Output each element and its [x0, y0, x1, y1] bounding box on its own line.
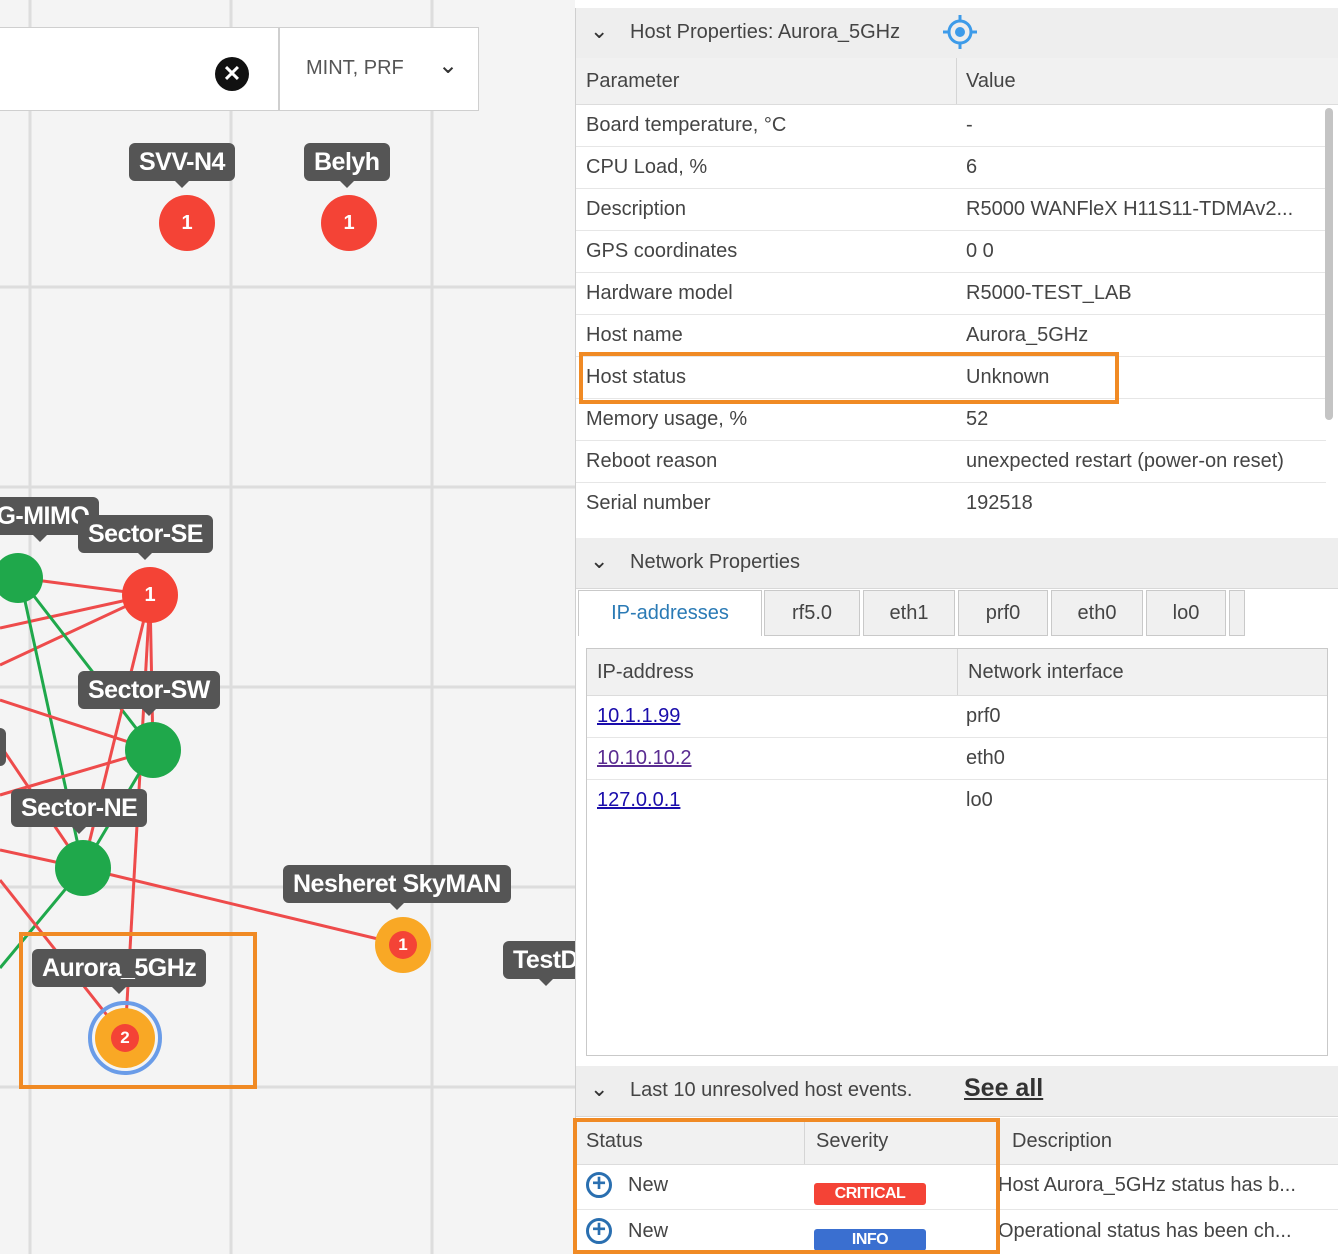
- clear-icon[interactable]: ✕: [215, 57, 249, 91]
- chevron-down-icon[interactable]: ⌄: [590, 18, 608, 44]
- node-label-sector-se[interactable]: Sector-SE: [78, 515, 213, 560]
- tab-overflow[interactable]: [1229, 590, 1245, 636]
- host-status-highlight-box: [579, 352, 1119, 404]
- event-description: Host Aurora_5GHz status has b...: [998, 1174, 1296, 1196]
- ip-link[interactable]: 127.0.0.1: [597, 789, 680, 811]
- table-row[interactable]: GPS coordinates 0 0: [576, 230, 1326, 273]
- chevron-down-icon[interactable]: ⌄: [590, 548, 608, 574]
- table-row[interactable]: Description R5000 WANFleX H11S11-TDMAv2..…: [576, 188, 1326, 231]
- node-label-sector-ne[interactable]: Sector-NE: [11, 789, 148, 834]
- column-header-ip-address[interactable]: IP-address: [597, 661, 694, 684]
- param-value: Aurora_5GHz: [966, 324, 1089, 346]
- param-value: unexpected restart (power-on reset): [966, 450, 1284, 472]
- table-row[interactable]: Memory usage, % 52: [576, 398, 1326, 441]
- ip-address-grid: IP-address Network interface 10.1.1.99 p…: [586, 648, 1328, 1056]
- network-map[interactable]: ✕ MINT, PRF ⌄ SVV-N4 Belyh IG-MIMO Secto…: [0, 0, 575, 1254]
- network-tabs: IP-addresses rf5.0 eth1 prf0 eth0 lo0: [576, 590, 1338, 638]
- param-name: Host name: [586, 324, 683, 346]
- table-row[interactable]: Serial number 192518: [576, 482, 1326, 524]
- interface-name: eth0: [966, 747, 1005, 769]
- node-label-v[interactable]: V: [0, 728, 7, 766]
- node-label-belyh[interactable]: Belyh: [304, 143, 390, 188]
- column-header-parameter[interactable]: Parameter: [586, 70, 679, 93]
- tab-prf0[interactable]: prf0: [958, 590, 1048, 636]
- node-sector-sw: [125, 722, 181, 778]
- layer-filter-value: MINT, PRF: [306, 57, 404, 79]
- node-label-nesheret-skyman[interactable]: Nesheret SkyMAN: [283, 865, 511, 910]
- param-name: Description: [586, 198, 687, 220]
- table-row[interactable]: Hardware model R5000-TEST_LAB: [576, 272, 1326, 315]
- table-row[interactable]: 10.1.1.99 prf0: [587, 695, 1327, 738]
- tab-lo0[interactable]: lo0: [1146, 590, 1226, 636]
- table-row[interactable]: CPU Load, % 6: [576, 146, 1326, 189]
- param-name: Memory usage, %: [586, 408, 748, 430]
- locate-icon[interactable]: [942, 14, 978, 50]
- param-name: GPS coordinates: [586, 240, 738, 262]
- tab-ip-addresses[interactable]: IP-addresses: [578, 590, 762, 636]
- event-description: Operational status has been ch...: [998, 1220, 1292, 1242]
- events-title: Last 10 unresolved host events.: [630, 1079, 913, 1101]
- node-belyh-badge[interactable]: 1: [321, 195, 377, 251]
- param-value: R5000 WANFleX H11S11-TDMAv2...: [966, 198, 1294, 220]
- nesheret-alarm-count: 1: [389, 931, 417, 959]
- chevron-down-icon: ⌄: [438, 52, 459, 79]
- node-sector-se-badge[interactable]: 1: [122, 567, 178, 623]
- host-properties-header[interactable]: ⌄ Host Properties: Aurora_5GHz: [576, 8, 1338, 59]
- network-properties-title: Network Properties: [630, 551, 801, 573]
- table-row[interactable]: Reboot reason unexpected restart (power-o…: [576, 440, 1326, 483]
- param-name: Reboot reason: [586, 450, 718, 472]
- param-name: Serial number: [586, 492, 711, 514]
- table-row[interactable]: 10.10.10.2 eth0: [587, 737, 1327, 780]
- table-row[interactable]: 127.0.0.1 lo0: [587, 779, 1327, 821]
- column-header-value[interactable]: Value: [966, 70, 1016, 93]
- ip-link[interactable]: 10.10.10.2: [597, 747, 692, 769]
- table-row[interactable]: Host name Aurora_5GHz: [576, 314, 1326, 357]
- tab-eth1[interactable]: eth1: [863, 590, 955, 636]
- param-value: -: [966, 114, 973, 136]
- layer-filter-select[interactable]: MINT, PRF ⌄: [279, 27, 479, 111]
- param-name: CPU Load, %: [586, 156, 708, 178]
- tab-rf5-0[interactable]: rf5.0: [764, 590, 860, 636]
- ip-grid-header: IP-address Network interface: [587, 649, 1327, 696]
- param-value: 52: [966, 408, 989, 430]
- network-properties-header[interactable]: ⌄ Network Properties: [576, 538, 1338, 589]
- tab-eth0[interactable]: eth0: [1051, 590, 1143, 636]
- column-header-network-interface[interactable]: Network interface: [968, 661, 1124, 684]
- param-name: Board temperature, °C: [586, 114, 787, 136]
- node-ig-mimo: [0, 553, 43, 603]
- see-all-link[interactable]: See all: [964, 1074, 1043, 1103]
- properties-panel: ⌄ Host Properties: Aurora_5GHz Parameter…: [573, 8, 1338, 1254]
- param-value: 192518: [966, 492, 1033, 514]
- node-label-testd[interactable]: TestD: [503, 941, 575, 986]
- interface-name: lo0: [966, 789, 993, 811]
- column-header-description[interactable]: Description: [1012, 1130, 1112, 1153]
- param-value: R5000-TEST_LAB: [966, 282, 1132, 304]
- param-name: Hardware model: [586, 282, 733, 304]
- param-value: 6: [966, 156, 978, 178]
- chevron-down-icon[interactable]: ⌄: [590, 1076, 608, 1102]
- events-highlight-box: [573, 1118, 1000, 1254]
- node-label-sector-sw[interactable]: Sector-SW: [78, 671, 220, 716]
- node-sector-ne: [55, 840, 111, 896]
- interface-name: prf0: [966, 705, 1001, 727]
- scrollbar-thumb[interactable]: [1325, 108, 1333, 420]
- table-row[interactable]: Board temperature, °C -: [576, 104, 1326, 147]
- events-header[interactable]: ⌄ Last 10 unresolved host events. See al…: [576, 1066, 1338, 1117]
- host-properties-table: Board temperature, °C - CPU Load, % 6 Desc…: [576, 104, 1326, 538]
- node-nesheret-badge[interactable]: 1: [375, 917, 431, 973]
- ip-link[interactable]: 10.1.1.99: [597, 705, 680, 727]
- host-properties-grid-header: Parameter Value: [576, 58, 1338, 105]
- node-svv-n4-badge[interactable]: 1: [159, 195, 215, 251]
- host-properties-title: Host Properties: Aurora_5GHz: [630, 21, 901, 43]
- param-value: 0 0: [966, 240, 994, 262]
- aurora-highlight-box: [19, 932, 257, 1089]
- node-label-svv-n4[interactable]: SVV-N4: [129, 143, 235, 188]
